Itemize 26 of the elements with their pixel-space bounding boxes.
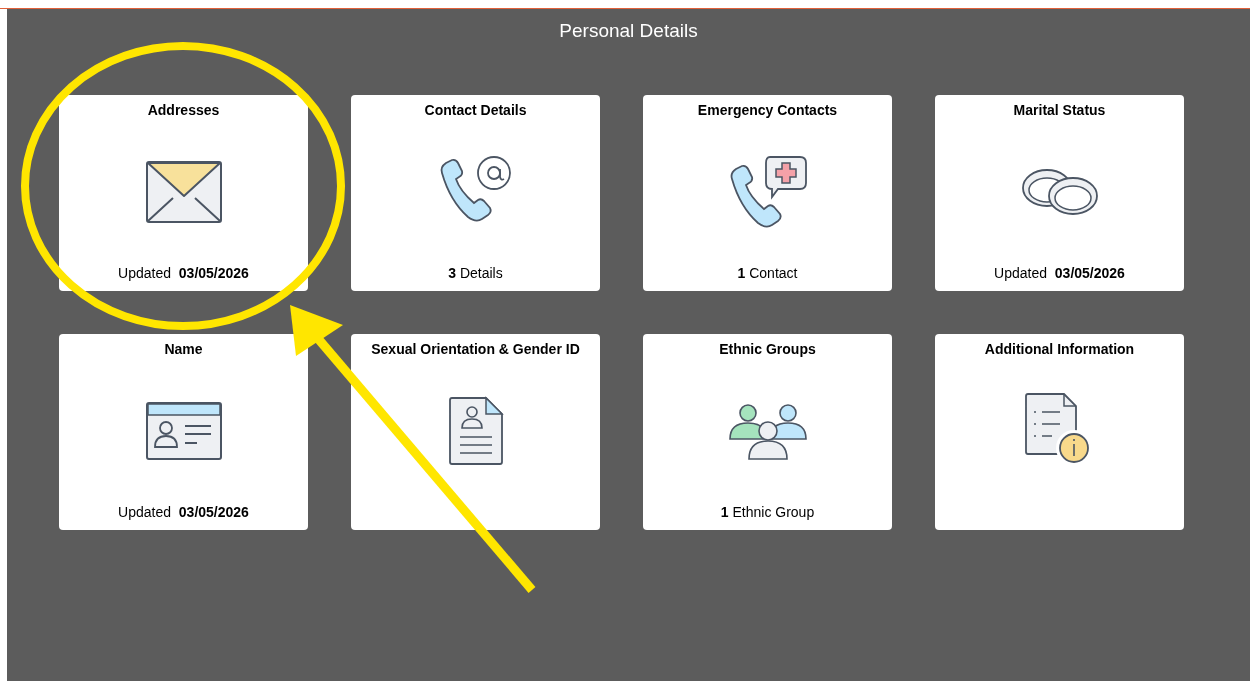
- tile-status: 1 Ethnic Group: [720, 504, 815, 520]
- tile-title: Sexual Orientation & Gender ID: [371, 341, 580, 357]
- tile-card[interactable]: Name Updated 03/05/2026: [59, 334, 308, 530]
- tile-status: Updated 03/05/2026: [118, 504, 249, 520]
- tile-card[interactable]: Sexual Orientation & Gender ID: [351, 334, 600, 530]
- tile-title: Name: [164, 341, 203, 357]
- tile-card[interactable]: Marital Status Updated 03/05/2026: [935, 95, 1184, 291]
- id-card-icon: [144, 400, 223, 461]
- tile-card[interactable]: Ethnic Groups 1 Ethnic Group: [643, 334, 892, 530]
- tile-status: Updated 03/05/2026: [118, 265, 249, 281]
- tile-card[interactable]: Additional Information: [935, 334, 1184, 530]
- tile-card[interactable]: Addresses Updated 03/05/2026: [59, 95, 308, 291]
- tile-title: Emergency Contacts: [697, 102, 838, 118]
- tile-status: 1 Contact: [737, 265, 798, 281]
- tile-title: Contact Details: [424, 102, 527, 118]
- tile-card[interactable]: Contact Details 3 Details: [351, 95, 600, 291]
- envelope-icon: [144, 159, 223, 224]
- tile-status: 3 Details: [448, 265, 503, 281]
- tile-status: Updated 03/05/2026: [994, 265, 1125, 281]
- tile-title: Marital Status: [1013, 102, 1106, 118]
- document-person-icon: [447, 395, 504, 466]
- tile-card[interactable]: Emergency Contacts 1 Contact: [643, 95, 892, 291]
- tile-title: Ethnic Groups: [719, 341, 816, 357]
- tile-title: Addresses: [147, 102, 220, 118]
- page-title: Personal Details: [559, 19, 698, 42]
- tile-title: Additional Information: [984, 341, 1135, 357]
